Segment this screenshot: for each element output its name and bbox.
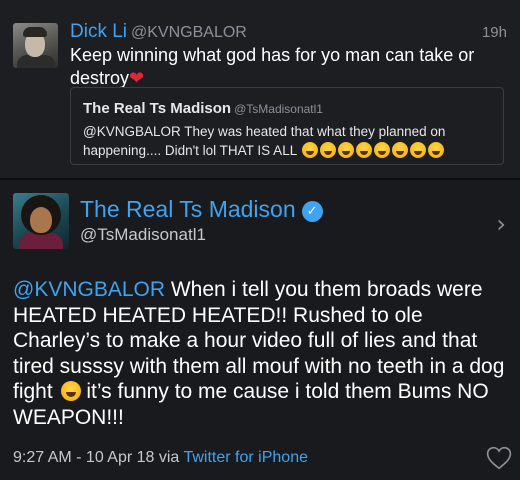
avatar-face: [30, 207, 52, 233]
laughing-emoji: [338, 142, 355, 158]
avatar[interactable]: [13, 193, 69, 249]
main-tweet: The Real Ts Madison ✓ @TsMadisonatl1 › @K…: [0, 180, 520, 480]
laughing-emoji: [392, 142, 409, 158]
laughing-emoji: [356, 142, 373, 158]
chevron-right-icon[interactable]: ›: [496, 210, 506, 238]
tweet-text: @KVNGBALOR When i tell you them broads w…: [13, 277, 508, 430]
source-link[interactable]: Twitter for iPhone: [183, 449, 308, 466]
verified-badge-icon: ✓: [301, 201, 323, 222]
laughing-emoji: [410, 142, 427, 158]
laughing-emoji: [428, 142, 445, 158]
quoted-author: The Real Ts Madison @TsMadisonatl1: [83, 100, 323, 117]
quoting-tweet[interactable]: Dick Li @KVNGBALOR 19h Keep winning what …: [0, 0, 520, 178]
author-name[interactable]: The Real Ts Madison ✓: [80, 196, 323, 223]
author-handle[interactable]: @TsMadisonatl1: [80, 225, 206, 245]
tweet-time: 19h: [481, 24, 507, 41]
mention-link[interactable]: @KVNGBALOR: [13, 278, 165, 301]
tweet-meta: 9:27 AM - 10 Apr 18 via Twitter for iPho…: [13, 449, 308, 467]
author-name-text: The Real Ts Madison: [80, 196, 296, 222]
laughing-emoji-row: [300, 142, 445, 158]
like-heart-icon[interactable]: [486, 446, 512, 470]
author-name-text: Dick Li: [70, 21, 128, 42]
quoted-tweet[interactable]: The Real Ts Madison @TsMadisonatl1 @KVNGB…: [70, 87, 504, 165]
laughing-emoji: [302, 142, 319, 158]
quoted-text: @KVNGBALOR They was heated that what the…: [83, 122, 498, 160]
avatar[interactable]: [13, 23, 58, 68]
tweet-text-part2: it’s funny to me cause i told them Bums …: [13, 380, 489, 429]
avatar-shoulder: [19, 233, 63, 249]
tweet-text: Keep winning what god has for yo man can…: [70, 44, 500, 90]
avatar-hair: [23, 27, 47, 37]
laughing-emoji: [374, 142, 391, 158]
author-handle: @KVNGBALOR: [131, 24, 247, 41]
laughing-emoji: [60, 381, 81, 401]
quoted-author-handle: @TsMadisonatl1: [234, 102, 323, 116]
timestamp: 9:27 AM - 10 Apr 18 via: [13, 449, 184, 466]
laughing-emoji: [320, 142, 337, 158]
quoted-author-name: The Real Ts Madison: [83, 100, 232, 117]
author-name[interactable]: Dick Li @KVNGBALOR: [70, 21, 247, 43]
